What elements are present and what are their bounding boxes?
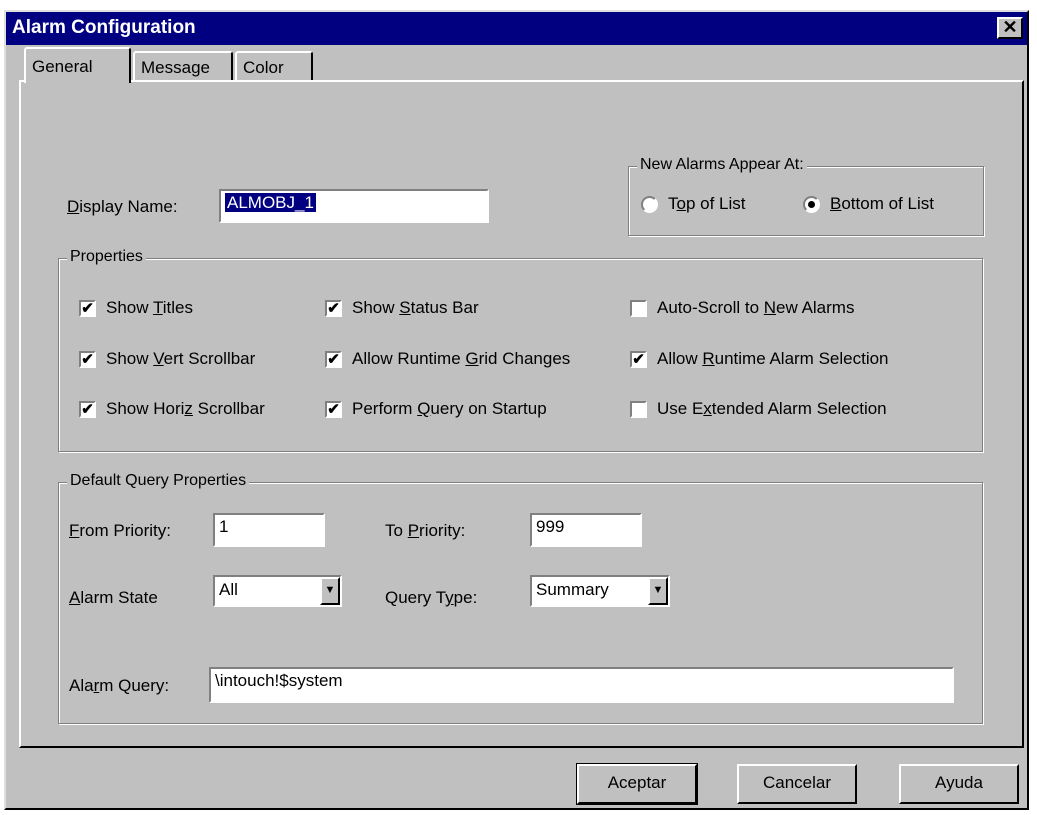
perform-query-on-startup-label: Perform Query on Startup xyxy=(352,399,547,418)
auto-scroll-label: Auto-Scroll to New Alarms xyxy=(657,298,855,317)
perform-query-on-startup-checkbox[interactable]: ✔ Perform Query on Startup xyxy=(325,399,547,419)
display-name-input[interactable]: ALMOBJ_1 xyxy=(219,189,489,223)
allow-runtime-grid-changes-label: Allow Runtime Grid Changes xyxy=(352,349,571,368)
close-button[interactable]: ✕ xyxy=(997,17,1023,39)
show-titles-checkbox[interactable]: ✔ Show Titles xyxy=(79,298,193,318)
tab-general[interactable]: General xyxy=(24,47,131,83)
title-bar[interactable]: Alarm Configuration ✕ xyxy=(6,12,1027,45)
default-query-legend: Default Query Properties xyxy=(67,472,250,490)
bottom-of-list-label: Bottom of List xyxy=(830,194,934,213)
use-extended-alarm-selection-checkbox[interactable]: Use Extended Alarm Selection xyxy=(630,399,887,419)
show-status-bar-label: Show Status Bar xyxy=(352,298,479,317)
tab-message[interactable]: Message xyxy=(133,51,233,81)
allow-runtime-alarm-selection-label: Allow Runtime Alarm Selection xyxy=(657,349,889,368)
show-vert-scrollbar-checkbox[interactable]: ✔ Show Vert Scrollbar xyxy=(79,349,255,369)
allow-runtime-alarm-selection-checkbox[interactable]: ✔ Allow Runtime Alarm Selection xyxy=(630,349,889,369)
bottom-of-list-radio[interactable]: Bottom of List xyxy=(803,194,934,214)
check-icon: ✔ xyxy=(79,400,96,418)
new-alarms-group: New Alarms Appear At: Top of List Bottom… xyxy=(628,156,984,236)
properties-group: Properties ✔ Show Titles ✔ Show Status B… xyxy=(58,248,983,452)
radio-unselected-icon xyxy=(641,195,658,213)
to-priority-label: To Priority: xyxy=(385,521,466,540)
check-icon: ✔ xyxy=(630,350,647,368)
check-icon: ✔ xyxy=(325,350,342,368)
alarm-query-input[interactable]: \intouch!$system xyxy=(209,667,954,703)
show-vert-scrollbar-label: Show Vert Scrollbar xyxy=(106,349,256,368)
new-alarms-legend: New Alarms Appear At: xyxy=(637,156,807,174)
from-priority-label: From Priority: xyxy=(69,521,172,540)
radio-selected-icon xyxy=(803,195,820,213)
tab-color[interactable]: Color xyxy=(235,51,313,81)
check-icon: ✔ xyxy=(325,400,342,418)
alarm-state-select[interactable]: All ▼ xyxy=(213,575,342,607)
top-of-list-label: Top of List xyxy=(668,194,746,213)
check-icon: ✔ xyxy=(325,299,342,317)
show-horiz-scrollbar-checkbox[interactable]: ✔ Show Horiz Scrollbar xyxy=(79,399,265,419)
show-status-bar-checkbox[interactable]: ✔ Show Status Bar xyxy=(325,298,479,318)
check-icon: ✔ xyxy=(79,350,96,368)
tab-color-label: Color xyxy=(243,58,284,77)
alarm-state-label: Alarm State xyxy=(69,588,158,607)
cancelar-button[interactable]: Cancelar xyxy=(737,764,857,804)
chevron-down-icon[interactable]: ▼ xyxy=(648,577,668,605)
top-of-list-radio[interactable]: Top of List xyxy=(641,194,746,214)
default-query-group: Default Query Properties From Priority: … xyxy=(58,472,983,724)
query-type-select[interactable]: Summary ▼ xyxy=(530,575,670,607)
display-name-value: ALMOBJ_1 xyxy=(225,193,316,212)
show-horiz-scrollbar-label: Show Horiz Scrollbar xyxy=(106,399,265,418)
alarm-configuration-window: Alarm Configuration ✕ General Message Co… xyxy=(4,10,1029,810)
auto-scroll-checkbox[interactable]: Auto-Scroll to New Alarms xyxy=(630,298,854,318)
checkbox-empty-icon xyxy=(630,299,647,317)
alarm-state-value: All xyxy=(219,580,238,599)
window-title: Alarm Configuration xyxy=(12,17,196,38)
ayuda-button[interactable]: Ayuda xyxy=(899,764,1019,804)
show-titles-label: Show Titles xyxy=(106,298,193,317)
alarm-query-label: Alarm Query: xyxy=(69,676,170,695)
checkbox-empty-icon xyxy=(630,400,647,418)
to-priority-input[interactable]: 999 xyxy=(530,513,642,547)
tab-general-label: General xyxy=(32,57,93,76)
query-type-label: Query Type: xyxy=(385,588,478,607)
display-name-label: Display Name: xyxy=(67,197,178,216)
chevron-down-icon[interactable]: ▼ xyxy=(320,577,340,605)
allow-runtime-grid-changes-checkbox[interactable]: ✔ Allow Runtime Grid Changes xyxy=(325,349,570,369)
check-icon: ✔ xyxy=(79,299,96,317)
general-tab-panel: Display Name: ALMOBJ_1 New Alarms Appear… xyxy=(19,80,1024,748)
query-type-value: Summary xyxy=(536,580,609,599)
aceptar-button[interactable]: Aceptar xyxy=(576,763,698,805)
tab-message-label: Message xyxy=(141,58,210,77)
from-priority-input[interactable]: 1 xyxy=(213,513,325,547)
properties-legend: Properties xyxy=(67,248,146,266)
use-extended-alarm-selection-label: Use Extended Alarm Selection xyxy=(657,399,887,418)
